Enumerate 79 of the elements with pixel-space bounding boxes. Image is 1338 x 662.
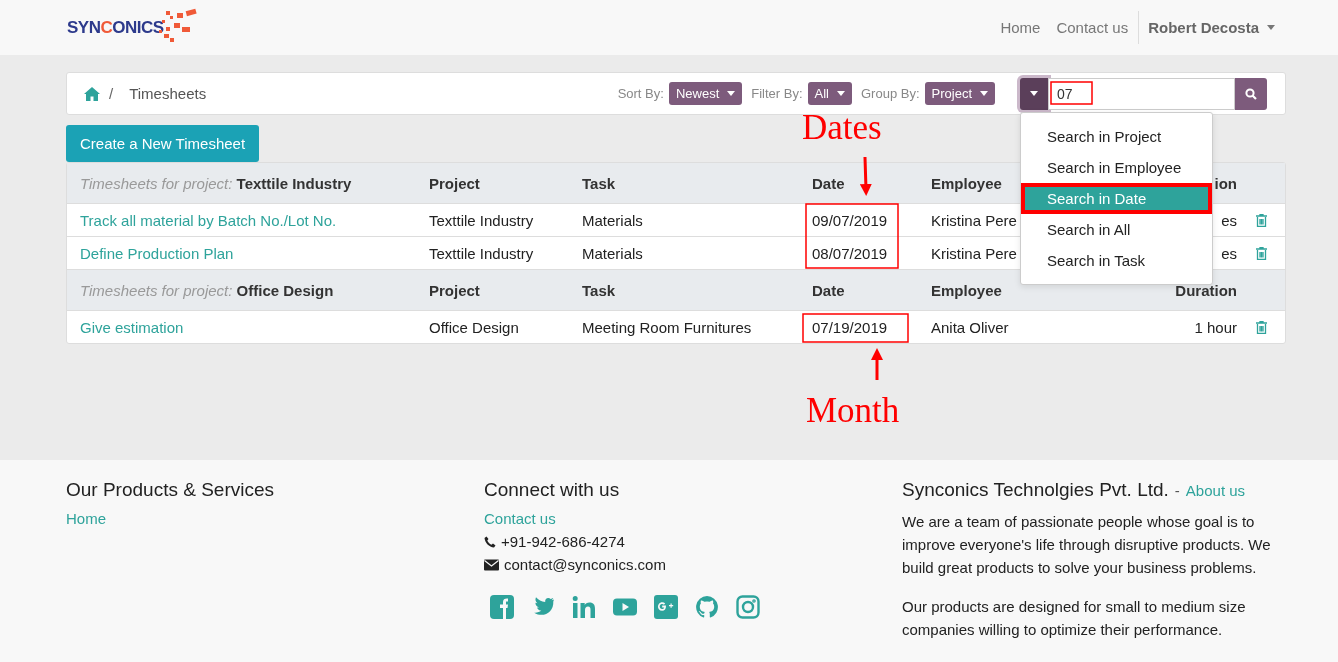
table-cell: es bbox=[1221, 244, 1237, 262]
breadcrumb-current: Timesheets bbox=[129, 85, 207, 102]
separator: - bbox=[1174, 482, 1180, 499]
table-cell: Materials bbox=[582, 211, 643, 229]
control-label: Filter By: bbox=[751, 86, 803, 101]
github-icon[interactable] bbox=[695, 595, 719, 619]
footer-link[interactable]: Contact us bbox=[484, 510, 556, 527]
table-cell: 08/07/2019 bbox=[812, 244, 888, 262]
table-cell: 1 hour bbox=[1194, 318, 1237, 336]
annotation-box bbox=[1050, 81, 1093, 105]
table-cell: es bbox=[1221, 211, 1237, 229]
footer-link[interactable]: Home bbox=[66, 510, 106, 527]
instagram-icon[interactable] bbox=[736, 595, 760, 619]
control-label: Sort By: bbox=[617, 86, 664, 101]
search-button[interactable] bbox=[1235, 77, 1267, 110]
dropdown-button[interactable]: All bbox=[807, 82, 852, 105]
control-label: Group By: bbox=[861, 86, 920, 101]
delete-icon[interactable] bbox=[1256, 213, 1267, 227]
home-icon[interactable] bbox=[84, 86, 100, 101]
column-header: Date bbox=[812, 281, 845, 299]
column-header: Duration bbox=[1175, 281, 1237, 299]
nav-link[interactable]: Contact us bbox=[1048, 19, 1137, 36]
column-header: Employee bbox=[931, 281, 1002, 299]
footer-link[interactable]: About us bbox=[1185, 482, 1246, 499]
user-menu[interactable]: Robert Decosta bbox=[1138, 11, 1283, 44]
facebook-icon[interactable] bbox=[490, 595, 514, 619]
linkedin-icon[interactable] bbox=[572, 595, 596, 619]
breadcrumb-separator: / bbox=[109, 85, 114, 102]
annotation-label: Month bbox=[806, 393, 900, 428]
timesheet-link[interactable]: Give estimation bbox=[80, 318, 184, 336]
search-icon bbox=[1245, 87, 1257, 100]
timesheet-link[interactable]: Track all material by Batch No./Lot No. bbox=[80, 211, 337, 229]
search-field[interactable]: 07 bbox=[1048, 77, 1235, 110]
group-heading: Timesheets for project: Office Design bbox=[79, 281, 335, 299]
menu-item[interactable]: Search in Date bbox=[1021, 182, 1212, 214]
google-plus-icon[interactable] bbox=[654, 595, 678, 619]
footer-heading: Our Products & Services bbox=[66, 479, 275, 501]
annotation-arrow bbox=[871, 348, 883, 380]
create-button[interactable]: Create a New Timesheet bbox=[66, 125, 260, 162]
menu-item[interactable]: Search in Project bbox=[1021, 120, 1212, 152]
search-mode-button[interactable] bbox=[1020, 77, 1048, 110]
table-cell: Materials bbox=[582, 244, 643, 262]
annotation-arrow bbox=[859, 156, 872, 196]
dropdown-button[interactable]: Newest bbox=[668, 82, 743, 105]
table-cell: 09/07/2019 bbox=[812, 211, 888, 229]
phone-icon bbox=[484, 535, 496, 548]
menu-item[interactable]: Search in Task bbox=[1021, 244, 1212, 276]
nav-link[interactable]: Home bbox=[992, 19, 1049, 36]
timesheet-link[interactable]: Define Production Plan bbox=[80, 244, 234, 262]
table-cell: Office Design bbox=[429, 318, 519, 336]
phone-number: +91-942-686-4274 bbox=[501, 533, 625, 550]
dropdown-button[interactable]: Project bbox=[924, 82, 995, 105]
delete-icon[interactable] bbox=[1256, 246, 1267, 260]
column-header: Employee bbox=[931, 174, 1002, 192]
footer-heading: Connect with us bbox=[484, 479, 620, 501]
table-cell: Kristina Pere bbox=[931, 244, 1017, 262]
column-header: ion bbox=[1214, 174, 1237, 192]
menu-item[interactable]: Search in Employee bbox=[1021, 151, 1212, 183]
table-cell: Texttile Industry bbox=[429, 211, 534, 229]
table-cell: Meeting Room Furnitures bbox=[582, 318, 752, 336]
table-cell: Anita Oliver bbox=[931, 318, 1009, 336]
email-address: contact@synconics.com bbox=[504, 556, 666, 573]
table-cell: Kristina Pere bbox=[931, 211, 1017, 229]
column-header: Task bbox=[582, 174, 616, 192]
footer-heading: Synconics Technolgies Pvt. Ltd. bbox=[902, 479, 1169, 501]
logo[interactable]: SYNCONICS bbox=[67, 11, 202, 44]
column-header: Project bbox=[429, 174, 480, 192]
table-cell: 07/19/2019 bbox=[812, 318, 888, 336]
delete-icon[interactable] bbox=[1256, 320, 1267, 334]
column-header: Date bbox=[812, 174, 845, 192]
envelope-icon bbox=[484, 558, 499, 571]
menu-item[interactable]: Search in All bbox=[1021, 213, 1212, 245]
company-description: Our products are designed for small to medium size companies willing to optimize their performance. bbox=[902, 597, 1247, 640]
annotation-label: Dates bbox=[802, 110, 882, 145]
group-heading: Timesheets for project: Texttile Industry bbox=[79, 174, 353, 192]
column-header: Project bbox=[429, 281, 480, 299]
column-header: Task bbox=[582, 281, 616, 299]
company-description: We are a team of passionate people whose goal is to improve everyone's life through disruptive products. We build great products to solve your business problems. bbox=[902, 512, 1272, 578]
table-cell: Texttile Industry bbox=[429, 244, 534, 262]
